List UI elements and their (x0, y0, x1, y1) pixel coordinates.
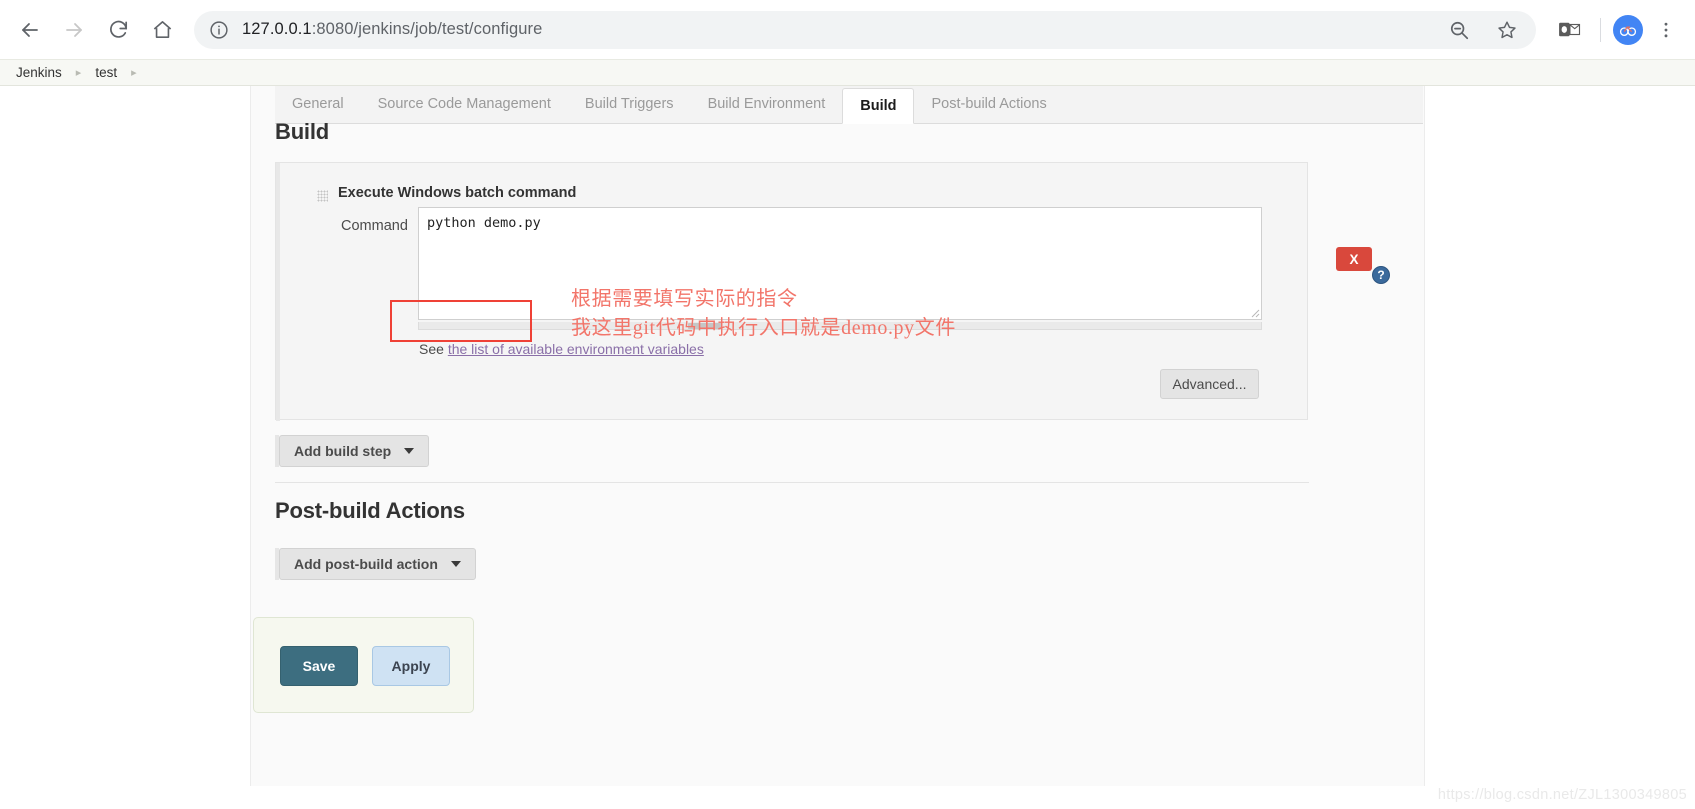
tab-source-code-management[interactable]: Source Code Management (361, 85, 568, 123)
address-bar[interactable]: 127.0.0.1:8080/jenkins/job/test/configur… (194, 10, 1536, 49)
breadcrumb: Jenkins ▸ test ▸ (0, 59, 1695, 86)
tab-post-build-actions[interactable]: Post-build Actions (914, 85, 1063, 123)
home-button[interactable] (140, 8, 184, 52)
remove-build-step-button[interactable]: X (1336, 247, 1372, 271)
url-path: :8080/jenkins/job/test/configure (311, 20, 543, 38)
add-postbuild-action-group: Add post-build action (275, 548, 476, 580)
url-host: 127.0.0.1 (242, 20, 312, 38)
env-variables-line: See the list of available environment va… (419, 341, 704, 357)
build-step-panel: Execute Windows batch command Command Se… (275, 162, 1390, 421)
three-dot-menu-icon[interactable] (1647, 11, 1685, 49)
tab-build-triggers[interactable]: Build Triggers (568, 85, 691, 123)
config-tab-bar: General Source Code Management Build Tri… (275, 86, 1423, 124)
breadcrumb-item-test[interactable]: test (95, 65, 117, 80)
reload-button[interactable] (96, 8, 140, 52)
zoom-out-icon[interactable] (1448, 19, 1470, 41)
star-icon[interactable] (1496, 19, 1518, 41)
configure-form-panel: General Source Code Management Build Tri… (250, 86, 1425, 786)
textarea-resize-handle-icon[interactable] (1248, 305, 1260, 318)
browser-nav-buttons (0, 8, 184, 52)
tab-build-environment[interactable]: Build Environment (691, 85, 843, 123)
command-input[interactable] (418, 207, 1262, 320)
browser-toolbar: 127.0.0.1:8080/jenkins/job/test/configur… (0, 0, 1695, 59)
add-build-step-button[interactable]: Add build step (279, 435, 430, 467)
panel-left-accent (276, 163, 280, 421)
omnibox-actions (1448, 19, 1520, 41)
left-margin (0, 86, 250, 809)
add-postbuild-action-label: Add post-build action (294, 556, 438, 572)
chevron-down-icon (404, 448, 415, 454)
breadcrumb-separator-icon: ▸ (131, 67, 137, 79)
apply-button[interactable]: Apply (372, 646, 450, 686)
site-info-icon[interactable] (208, 19, 230, 41)
outlook-extension-icon[interactable] (1550, 11, 1588, 49)
drag-handle-icon[interactable] (317, 190, 328, 202)
forward-button[interactable] (52, 8, 96, 52)
postbuild-section-title: Post-build Actions (275, 498, 465, 523)
form-action-bar: Save Apply (253, 617, 474, 713)
add-build-step-label: Add build step (294, 443, 392, 459)
textarea-drag-thumb[interactable] (688, 323, 722, 329)
profile-avatar-icon[interactable] (1613, 14, 1643, 45)
build-step-title: Execute Windows batch command (338, 185, 577, 201)
help-icon[interactable]: ? (1372, 266, 1390, 284)
save-button[interactable]: Save (280, 646, 358, 686)
url-text: 127.0.0.1:8080/jenkins/job/test/configur… (242, 20, 542, 39)
reload-icon (107, 18, 130, 41)
home-icon (151, 18, 174, 41)
tab-build[interactable]: Build (842, 88, 915, 124)
back-arrow-icon (18, 18, 42, 42)
see-prefix-text: See (419, 341, 448, 357)
watermark: https://blog.csdn.net/ZJL1300349805 (1437, 787, 1687, 803)
chevron-down-icon (450, 561, 461, 567)
back-button[interactable] (8, 8, 52, 52)
command-label: Command (341, 218, 408, 234)
browser-right-actions (1550, 11, 1695, 49)
forward-arrow-icon (62, 18, 86, 42)
textarea-drag-track[interactable] (418, 322, 1262, 330)
advanced-button[interactable]: Advanced... (1160, 369, 1259, 399)
breadcrumb-separator-icon: ▸ (75, 67, 82, 79)
section-divider (275, 482, 1309, 483)
env-variables-link[interactable]: the list of available environment variab… (448, 341, 704, 357)
add-build-step-group: Add build step (275, 435, 430, 467)
toolbar-divider (1600, 17, 1601, 42)
add-postbuild-action-button[interactable]: Add post-build action (279, 548, 476, 580)
breadcrumb-item-jenkins[interactable]: Jenkins (16, 65, 62, 80)
tab-general[interactable]: General (275, 85, 361, 123)
page-body: General Source Code Management Build Tri… (0, 86, 1695, 809)
build-section-title: Build (275, 119, 329, 144)
